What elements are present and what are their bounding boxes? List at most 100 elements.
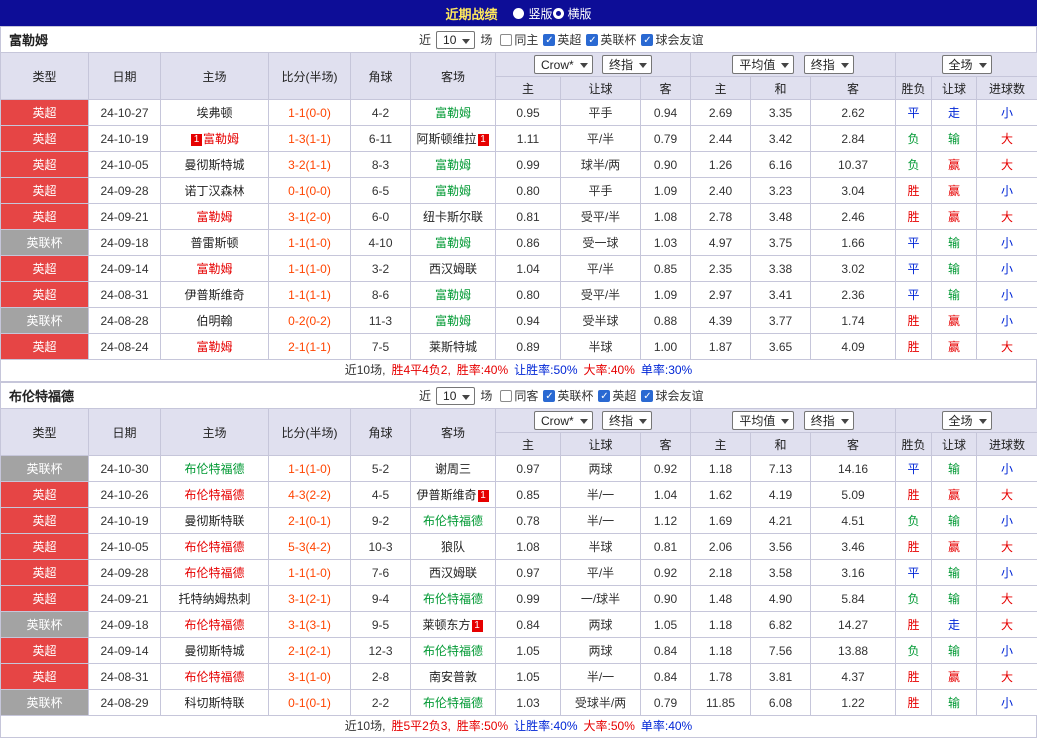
- bookmaker-select[interactable]: Crow*: [534, 55, 593, 74]
- odds-handicap: 平/半: [561, 560, 641, 586]
- team-name[interactable]: 普雷斯顿: [190, 236, 238, 250]
- team-name[interactable]: 富勒姆: [435, 236, 471, 250]
- home-team-cell: 布伦特福德: [161, 612, 269, 638]
- filter-checkbox[interactable]: 同主: [500, 31, 538, 48]
- team-name[interactable]: 西汉姆联: [429, 566, 477, 580]
- team-name[interactable]: 莱斯特城: [429, 340, 477, 354]
- odds-handicap: 球半/两: [561, 152, 641, 178]
- team-name[interactable]: 布伦特福德: [184, 618, 244, 632]
- match-date: 24-08-24: [89, 334, 161, 360]
- corners: 7-6: [351, 560, 411, 586]
- team-name[interactable]: 诺丁汉森林: [184, 184, 244, 198]
- games-label: 场: [480, 387, 492, 404]
- summary-segment: 胜4平4负2,: [391, 363, 450, 377]
- scope-select[interactable]: 全场: [942, 411, 992, 430]
- result-goals: 大: [977, 664, 1037, 690]
- team-name[interactable]: 科切斯特联: [184, 696, 244, 710]
- result-outcome: 胜: [896, 534, 932, 560]
- match-date: 24-10-30: [89, 456, 161, 482]
- corners: 6-11: [351, 126, 411, 152]
- odds-away: 1.04: [641, 482, 691, 508]
- team-name[interactable]: 谢周三: [435, 462, 471, 476]
- team-name[interactable]: 纽卡斯尔联: [423, 210, 483, 224]
- team-name[interactable]: 伊普斯维奇1: [416, 488, 489, 502]
- bookmaker-select[interactable]: Crow*: [534, 411, 593, 430]
- odds-stage-select[interactable]: 终指: [602, 411, 652, 430]
- col-header-type: 类型: [1, 409, 89, 456]
- average-select[interactable]: 平均值: [732, 55, 794, 74]
- odds-handicap: 半/一: [561, 508, 641, 534]
- team-name[interactable]: 富勒姆: [196, 262, 232, 276]
- result-outcome: 胜: [896, 612, 932, 638]
- home-team-cell: 科切斯特联: [161, 690, 269, 716]
- corners: 4-2: [351, 100, 411, 126]
- filter-checkbox[interactable]: ✓英联杯: [543, 387, 593, 404]
- result-goals: 大: [977, 204, 1037, 230]
- match-date: 24-09-14: [89, 256, 161, 282]
- filter-checkbox[interactable]: ✓球会友谊: [641, 31, 703, 48]
- team-name[interactable]: 富勒姆: [435, 314, 471, 328]
- team-name[interactable]: 布伦特福德: [184, 670, 244, 684]
- away-team-cell: 西汉姆联: [411, 256, 496, 282]
- team-name[interactable]: 莱顿东方1: [422, 618, 483, 632]
- team-name[interactable]: 阿斯顿维拉1: [416, 132, 489, 146]
- filter-checkbox[interactable]: ✓英联杯: [586, 31, 636, 48]
- team-name[interactable]: 富勒姆: [196, 210, 232, 224]
- team-name[interactable]: 曼彻斯特城: [184, 644, 244, 658]
- team-name[interactable]: 南安普敦: [429, 670, 477, 684]
- filter-checkbox[interactable]: 同客: [500, 387, 538, 404]
- team-name[interactable]: 布伦特福德: [184, 566, 244, 580]
- team-name[interactable]: 布伦特福德: [184, 540, 244, 554]
- filter-checkbox[interactable]: ✓球会友谊: [641, 387, 703, 404]
- avg-home: 1.18: [691, 456, 751, 482]
- score: 3-1(3-1): [269, 612, 351, 638]
- team-name[interactable]: 西汉姆联: [429, 262, 477, 276]
- corners: 2-8: [351, 664, 411, 690]
- avg-away: 13.88: [811, 638, 896, 664]
- odds-away: 0.90: [641, 152, 691, 178]
- scope-select[interactable]: 全场: [942, 55, 992, 74]
- team-name[interactable]: 富勒姆: [435, 288, 471, 302]
- layout-radio[interactable]: 竖版: [513, 5, 552, 22]
- team-name[interactable]: 曼彻斯特联: [184, 514, 244, 528]
- team-name[interactable]: 托特纳姆热刺: [178, 592, 250, 606]
- avg-home: 2.69: [691, 100, 751, 126]
- team-name[interactable]: 富勒姆: [196, 340, 232, 354]
- home-team-cell: 曼彻斯特联: [161, 508, 269, 534]
- odds-away: 0.84: [641, 638, 691, 664]
- avg-stage-select[interactable]: 终指: [804, 55, 854, 74]
- filter-checkbox[interactable]: ✓英超: [598, 387, 636, 404]
- team-name[interactable]: 伊普斯维奇: [184, 288, 244, 302]
- games-count-select[interactable]: 10: [436, 31, 475, 49]
- filter-checkbox[interactable]: ✓英超: [543, 31, 581, 48]
- team-name[interactable]: 狼队: [441, 540, 465, 554]
- odds-stage-select[interactable]: 终指: [602, 55, 652, 74]
- team-name[interactable]: 布伦特福德: [184, 462, 244, 476]
- result-goals: 小: [977, 456, 1037, 482]
- team-name[interactable]: 富勒姆: [435, 158, 471, 172]
- corners: 9-4: [351, 586, 411, 612]
- team-name[interactable]: 布伦特福德: [423, 696, 483, 710]
- team-name[interactable]: 布伦特福德: [423, 514, 483, 528]
- team-name[interactable]: 曼彻斯特城: [184, 158, 244, 172]
- average-select[interactable]: 平均值: [732, 411, 794, 430]
- avg-draw: 3.48: [751, 204, 811, 230]
- team-name[interactable]: 富勒姆: [435, 106, 471, 120]
- avg-draw: 3.35: [751, 100, 811, 126]
- team-name[interactable]: 布伦特福德: [184, 488, 244, 502]
- avg-stage-select[interactable]: 终指: [804, 411, 854, 430]
- team-name[interactable]: 埃弗顿: [196, 106, 232, 120]
- team-name[interactable]: 布伦特福德: [423, 592, 483, 606]
- team-name[interactable]: 伯明翰: [196, 314, 232, 328]
- layout-radio[interactable]: 横版: [553, 5, 592, 22]
- odds-away: 0.88: [641, 308, 691, 334]
- team-name[interactable]: 1富勒姆: [190, 132, 239, 146]
- away-team-cell: 南安普敦: [411, 664, 496, 690]
- avg-draw: 3.75: [751, 230, 811, 256]
- games-count-select[interactable]: 10: [436, 387, 475, 405]
- team-name[interactable]: 布伦特福德: [423, 644, 483, 658]
- near-label: 近: [419, 31, 431, 48]
- odds-home: 1.05: [496, 638, 561, 664]
- match-date: 24-10-05: [89, 152, 161, 178]
- team-name[interactable]: 富勒姆: [435, 184, 471, 198]
